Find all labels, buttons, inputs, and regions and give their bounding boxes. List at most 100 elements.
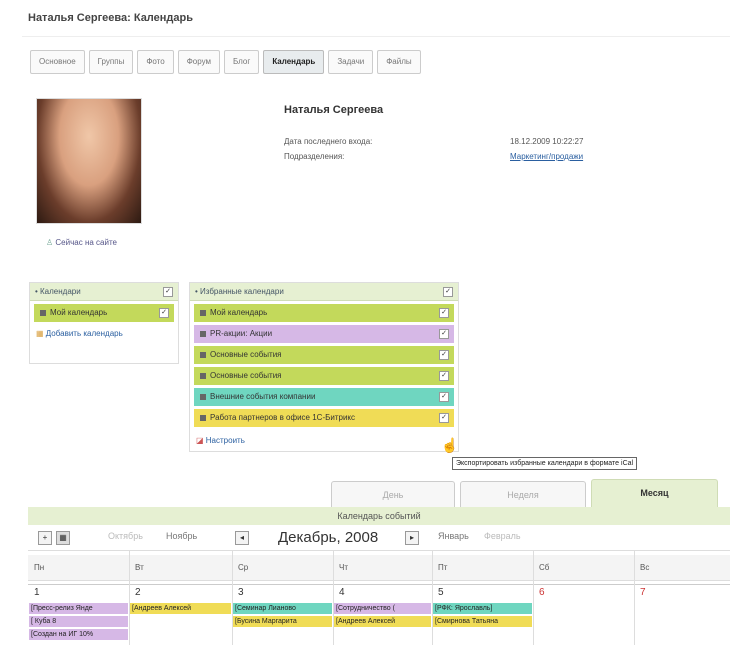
calendar-item[interactable]: Основные события ✓ bbox=[194, 367, 454, 385]
calendar-event[interactable]: [ Куба 8 bbox=[29, 616, 128, 627]
calendar-event[interactable]: [Семинар Лианово bbox=[233, 603, 332, 614]
tab-4[interactable]: Блог bbox=[224, 50, 260, 74]
divider bbox=[28, 584, 730, 585]
favorites-panel-header[interactable]: • Избранные календари ✓ bbox=[190, 283, 458, 301]
weekday-label: Вс bbox=[640, 563, 650, 572]
calendar-color-icon bbox=[200, 372, 206, 379]
calendar-event[interactable]: [Андреев Алексей bbox=[130, 603, 231, 614]
calendar-icon: ▦ bbox=[36, 329, 46, 338]
calendar-event[interactable]: [Пресс-релиз Янде bbox=[29, 603, 128, 614]
avatar bbox=[36, 98, 142, 224]
settings-icon: ◪ bbox=[196, 436, 206, 445]
weekday-label: Пн bbox=[34, 563, 45, 572]
calendar-event[interactable]: [Сотрудничество ( bbox=[334, 603, 431, 614]
column-divider bbox=[232, 551, 233, 645]
weekday-label: Пт bbox=[438, 563, 448, 572]
tab-day[interactable]: День bbox=[331, 481, 455, 507]
calendar-item-label: PR-акции: Акции bbox=[210, 329, 273, 338]
hand-cursor-icon: ☝ bbox=[441, 437, 459, 453]
weekday-label: Сб bbox=[539, 563, 550, 572]
nav-prev[interactable]: Ноябрь bbox=[166, 531, 197, 541]
calendars-panel-title: • Календари bbox=[35, 287, 81, 296]
favorites-list: Мой календарь ✓ PR-акции: Акции ✓ Основные с… bbox=[190, 304, 458, 427]
calendar-list: Мой календарь ✓ bbox=[30, 304, 178, 322]
day-number[interactable]: 7 bbox=[640, 587, 646, 598]
calendar-event[interactable]: [РФК: Ярославль] bbox=[433, 603, 532, 614]
column-divider bbox=[333, 551, 334, 645]
calendar-item-label: Основные события bbox=[210, 371, 282, 380]
calendars-panel-header[interactable]: • Календари ✓ bbox=[30, 283, 178, 301]
tab-week[interactable]: Неделя bbox=[460, 481, 586, 507]
calendar-item-label: Мой календарь bbox=[210, 308, 268, 317]
calendar-item-label: Основные события bbox=[210, 350, 282, 359]
weekday-label: Ср bbox=[238, 563, 249, 572]
favorites-panel-title: • Избранные календари bbox=[195, 287, 284, 296]
weekday-label: Чт bbox=[339, 563, 348, 572]
department-link[interactable]: Маркетинг/продажи bbox=[510, 152, 583, 161]
day-number[interactable]: 3 bbox=[238, 587, 244, 598]
tab-7[interactable]: Файлы bbox=[377, 50, 421, 74]
last-login-value: 18.12.2009 10:22:27 bbox=[510, 137, 584, 146]
calendar-icon[interactable]: ▦ bbox=[56, 531, 70, 545]
dropdown-icon[interactable]: ✓ bbox=[439, 350, 449, 360]
last-login-label: Дата последнего входа: bbox=[284, 137, 373, 146]
department-label: Подразделения: bbox=[284, 152, 345, 161]
tab-month[interactable]: Месяц bbox=[591, 479, 718, 507]
column-divider bbox=[432, 551, 433, 645]
day-number[interactable]: 6 bbox=[539, 587, 545, 598]
dropdown-icon[interactable]: ✓ bbox=[439, 392, 449, 402]
settings-link[interactable]: ◪ Настроить bbox=[190, 430, 458, 449]
day-number[interactable]: 5 bbox=[438, 587, 444, 598]
dropdown-icon[interactable]: ✓ bbox=[439, 371, 449, 381]
divider bbox=[22, 36, 730, 37]
tab-1[interactable]: Группы bbox=[88, 50, 134, 74]
calendar-item[interactable]: Основные события ✓ bbox=[194, 346, 454, 364]
dropdown-icon[interactable]: ✓ bbox=[439, 308, 449, 318]
tab-5[interactable]: Календарь bbox=[263, 50, 325, 74]
profile-tabs: Основное Группы Фото Форум Блог Календарь Зада… bbox=[30, 50, 421, 74]
tab-3[interactable]: Форум bbox=[177, 50, 221, 74]
collapse-icon[interactable]: ✓ bbox=[443, 287, 453, 297]
calendars-panel: • Календари ✓ Мой календарь ✓ ▦ Добавить к… bbox=[29, 282, 179, 364]
prev-month-button[interactable]: ◂ bbox=[235, 531, 249, 545]
collapse-icon[interactable]: ✓ bbox=[163, 287, 173, 297]
weekday-label: Вт bbox=[135, 563, 144, 572]
calendar-item[interactable]: PR-акции: Акции ✓ bbox=[194, 325, 454, 343]
calendar-item[interactable]: Работа партнеров в офисе 1С-Битрикс ✓ bbox=[194, 409, 454, 427]
calendar-item-label: Мой календарь bbox=[50, 308, 108, 317]
dropdown-icon[interactable]: ✓ bbox=[159, 308, 169, 318]
calendar-item[interactable]: Мой календарь ✓ bbox=[194, 304, 454, 322]
calendar-event[interactable]: [Бусина Маргарита bbox=[233, 616, 332, 627]
calendar-title-bar: Календарь событий bbox=[28, 507, 730, 525]
calendar-item[interactable]: Внешние события компании ✓ bbox=[194, 388, 454, 406]
calendar-color-icon bbox=[200, 351, 206, 358]
day-number[interactable]: 2 bbox=[135, 587, 141, 598]
tab-2[interactable]: Фото bbox=[137, 50, 174, 74]
dropdown-icon[interactable]: ✓ bbox=[439, 413, 449, 423]
nav-prev-prev[interactable]: Октябрь bbox=[108, 531, 143, 541]
nav-next-next[interactable]: Февраль bbox=[484, 531, 521, 541]
calendar-item[interactable]: Мой календарь ✓ bbox=[34, 304, 174, 322]
tab-6[interactable]: Задачи bbox=[328, 50, 374, 74]
calendar-color-icon bbox=[200, 309, 206, 316]
nav-next[interactable]: Январь bbox=[438, 531, 469, 541]
calendar-color-icon bbox=[200, 330, 206, 337]
add-event-button[interactable]: + bbox=[38, 531, 52, 545]
tab-0[interactable]: Основное bbox=[30, 50, 85, 74]
column-divider bbox=[129, 551, 130, 645]
next-month-button[interactable]: ▸ bbox=[405, 531, 419, 545]
online-label: Сейчас на сайте bbox=[55, 238, 117, 247]
day-number[interactable]: 1 bbox=[34, 587, 40, 598]
calendar-event[interactable]: [Андреев Алексей bbox=[334, 616, 431, 627]
month-title: Декабрь, 2008 bbox=[278, 529, 379, 546]
calendar-event[interactable]: [Смирнова Татьяна bbox=[433, 616, 532, 627]
favorites-panel: • Избранные календари ✓ Мой календарь ✓ PR-… bbox=[189, 282, 459, 452]
day-number[interactable]: 4 bbox=[339, 587, 345, 598]
user-name: Наталья Сергеева bbox=[284, 104, 384, 116]
calendar-color-icon bbox=[200, 393, 206, 400]
dropdown-icon[interactable]: ✓ bbox=[439, 329, 449, 339]
weekday-header: Пн Вт Ср Чт Пт Сб Вс bbox=[28, 555, 730, 581]
calendar-nav: + ▦ Октябрь Ноябрь ◂ Декабрь, 2008 ▸ Янв… bbox=[28, 527, 730, 551]
add-calendar-link[interactable]: ▦ Добавить календарь bbox=[30, 325, 178, 342]
calendar-event[interactable]: [Создан на ИГ 10% bbox=[29, 629, 128, 640]
